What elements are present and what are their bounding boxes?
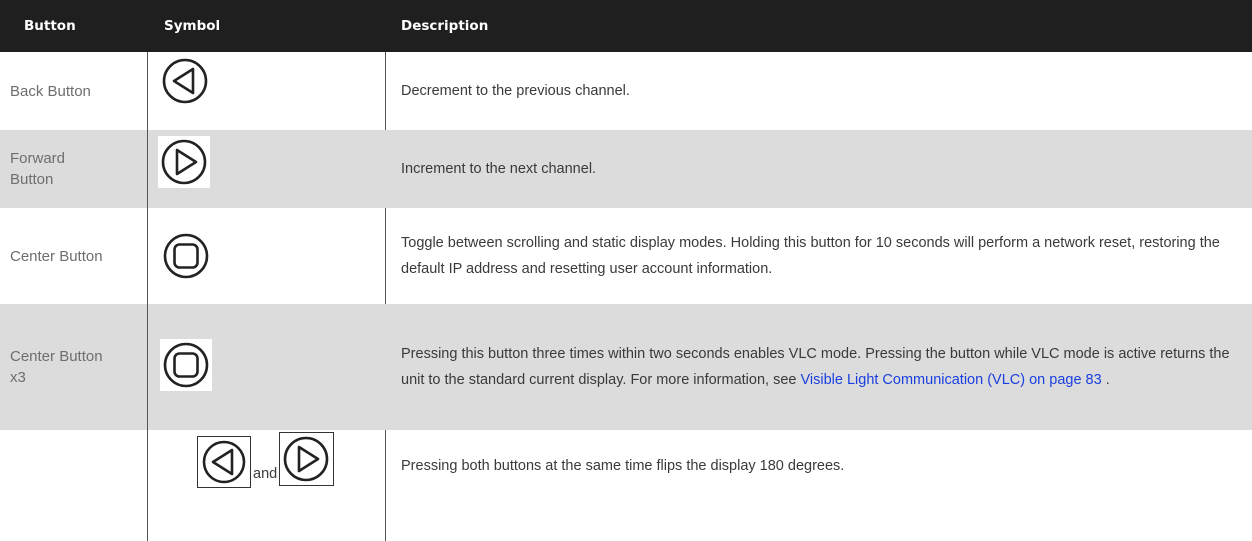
forward-triangle-icon <box>158 136 210 188</box>
and-label: and <box>253 466 278 482</box>
back-triangle-icon <box>160 56 210 106</box>
back-triangle-icon <box>197 436 251 488</box>
description-cell: Toggle between scrolling and static disp… <box>401 235 1220 277</box>
header-symbol: Symbol <box>164 18 221 34</box>
table-row: Center Button Toggle between scrolling a… <box>0 208 1252 304</box>
table-row: and Pressing both buttons at the same ti… <box>0 430 1252 541</box>
table-header: Button Symbol Description <box>0 0 1252 52</box>
table-row: Forward Button Increment to the next cha… <box>0 130 1252 208</box>
table-row: Back Button Decrement to the previous ch… <box>0 52 1252 130</box>
center-square-icon <box>160 339 212 391</box>
vlc-page-link[interactable]: on page 83 <box>1029 372 1102 388</box>
description-cell: Pressing this button three times within … <box>401 346 1230 388</box>
description-cell: Increment to the next channel. <box>401 161 597 177</box>
vlc-link[interactable]: Visible Light Communication (VLC) <box>800 372 1025 388</box>
description-cell: Decrement to the previous channel. <box>401 83 630 99</box>
header-description: Description <box>401 18 489 34</box>
forward-triangle-icon <box>279 432 334 486</box>
button-name-cell <box>0 430 147 541</box>
button-name-cell: Back Button <box>10 82 91 100</box>
button-name-cell: Center Button x3 <box>10 348 103 386</box>
center-square-icon <box>160 230 212 282</box>
table-row: Center Button x3 Pressing this button th… <box>0 304 1252 430</box>
button-name-cell: Forward Button <box>10 150 66 188</box>
header-button: Button <box>24 18 76 34</box>
description-cell: Pressing both buttons at the same time f… <box>401 457 845 474</box>
button-name-cell: Center Button <box>10 247 103 265</box>
